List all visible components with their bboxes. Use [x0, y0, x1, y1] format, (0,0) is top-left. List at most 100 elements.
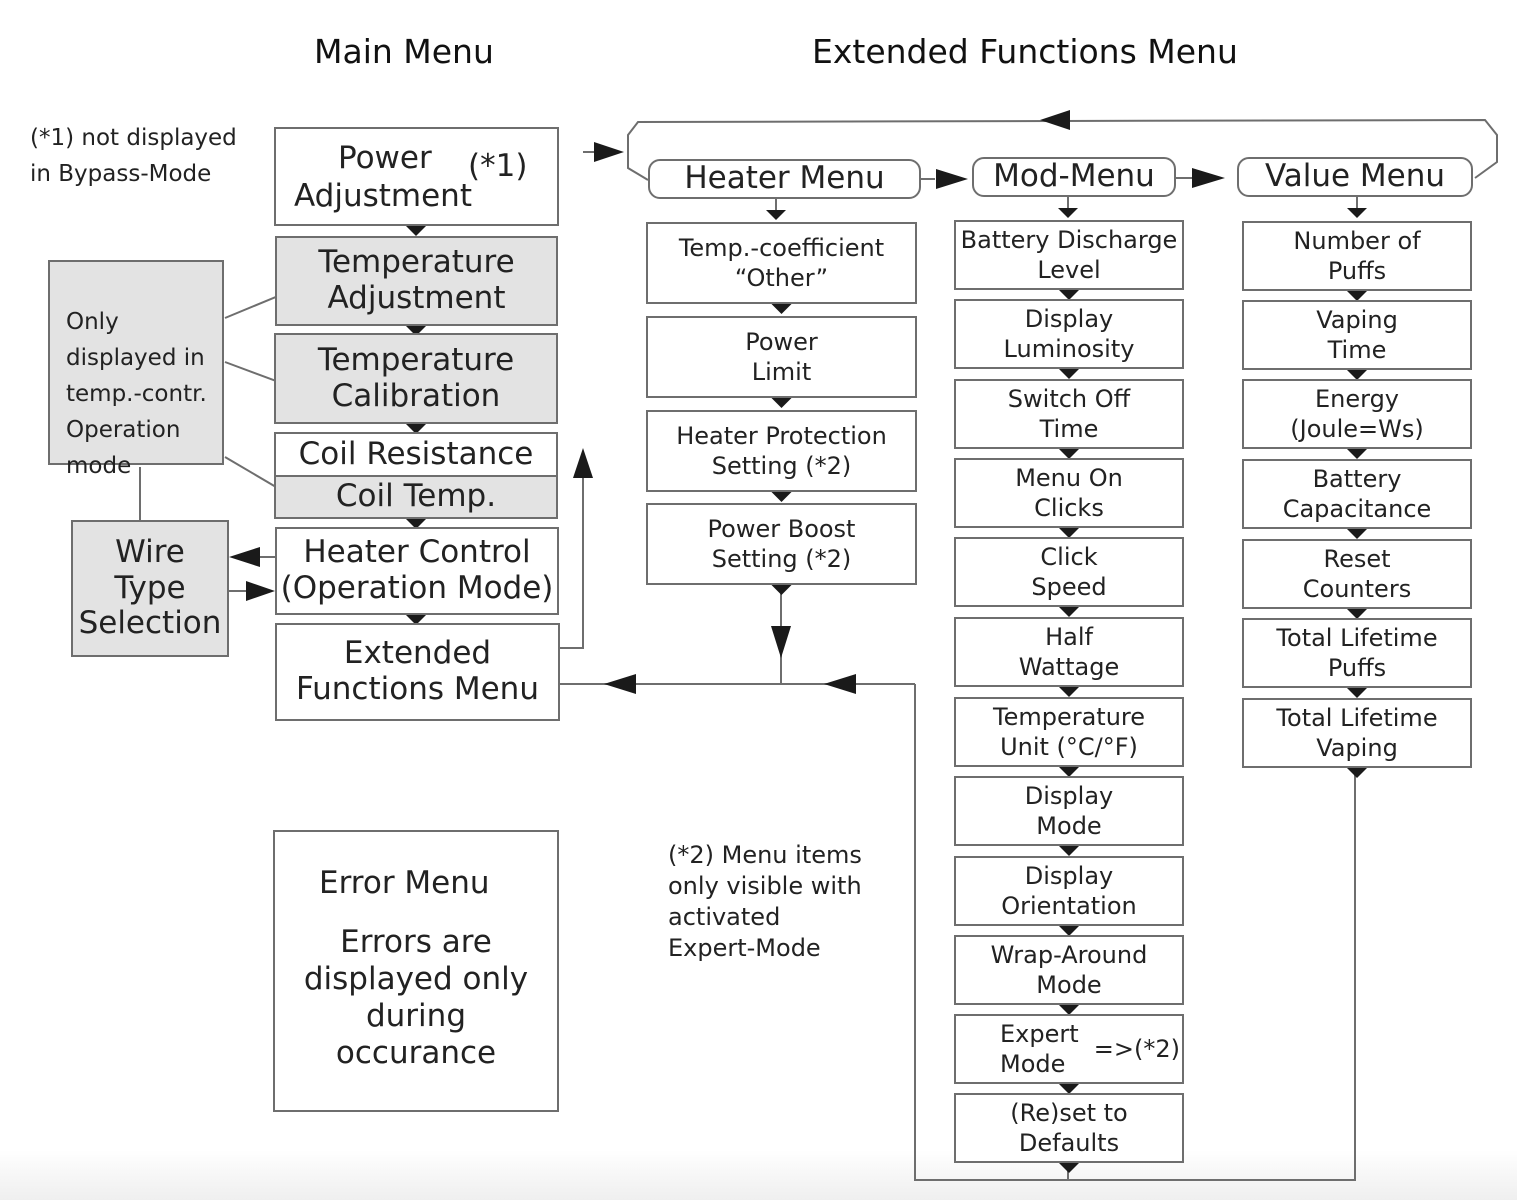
label: Display — [1024, 305, 1114, 333]
error-menu-text: Errors are displayed only during occuran… — [275, 924, 557, 1072]
label: (Joule=Ws) — [1290, 415, 1424, 443]
label: Heater Menu — [684, 160, 885, 197]
label: occurance — [335, 1035, 497, 1071]
mod-menu-item[interactable]: Display Luminosity — [954, 299, 1184, 369]
mod-menu-item[interactable]: (Re)set to Defaults — [954, 1093, 1184, 1163]
bypass-mode-note: (*1) not displayed in Bypass-Mode — [30, 125, 237, 187]
arrow-to-heater-control — [246, 581, 275, 601]
heater-control-box[interactable]: Heater Control (Operation Mode) — [275, 527, 559, 615]
flow-arrow-icon — [770, 491, 793, 502]
heater-menu-item[interactable]: Power Boost Setting (*2) — [646, 503, 917, 585]
label: Heater Control — [303, 534, 531, 571]
label: Extended — [343, 635, 492, 672]
label: Vaping — [1316, 734, 1398, 762]
mod-menu-header[interactable]: Mod-Menu — [972, 157, 1176, 197]
label: Speed — [1031, 573, 1107, 601]
flow-arrow-icon — [770, 303, 793, 314]
value-menu-item[interactable]: Number of Puffs — [1242, 221, 1472, 291]
label: (Operation Mode) — [280, 570, 554, 606]
value-menu-item[interactable]: Energy (Joule=Ws) — [1242, 379, 1472, 449]
value-menu-item[interactable]: Vaping Time — [1242, 300, 1472, 370]
flow-arrow-icon — [770, 397, 793, 408]
arrow-return-left — [824, 674, 856, 694]
heater-menu-item[interactable]: Temp.-coefficient “Other” — [646, 222, 917, 304]
label: Click — [1040, 543, 1098, 571]
arrow-up-extended — [573, 448, 593, 478]
label: Wrap-Around — [990, 941, 1148, 969]
temperature-calibration-box[interactable]: Temperature Calibration — [274, 333, 558, 424]
mod-menu-item[interactable]: Battery Discharge Level — [954, 220, 1184, 290]
mod-menu-item[interactable]: Expert Mode =>(*2) — [954, 1014, 1184, 1084]
arrow-down-heater-return — [771, 626, 791, 658]
label: Half — [1045, 623, 1093, 651]
label: Level — [1037, 256, 1101, 284]
mod-menu-item[interactable]: Wrap-Around Mode — [954, 935, 1184, 1005]
label: Selection — [78, 605, 222, 642]
mod-menu-item[interactable]: Display Orientation — [954, 856, 1184, 926]
power-adjustment-line1: Power — [338, 140, 432, 176]
coil-resistance-box[interactable]: Coil Resistance — [274, 432, 558, 477]
label: Calibration — [331, 377, 501, 414]
label: Mod-Menu — [993, 158, 1155, 195]
arrow-to-value-menu — [1192, 168, 1225, 188]
label: Mode — [1036, 812, 1102, 840]
heater-menu-header[interactable]: Heater Menu — [648, 159, 921, 199]
label: Total Lifetime — [1276, 624, 1438, 652]
flow-arrow-icon — [1346, 767, 1368, 778]
label: Coil Temp. — [335, 478, 497, 515]
label: Type — [114, 569, 186, 606]
flow-arrow-icon — [1058, 686, 1080, 697]
temperature-adjustment-box[interactable]: Temperature Adjustment — [275, 236, 558, 326]
value-menu-item[interactable]: Total Lifetime Vaping — [1242, 698, 1472, 768]
label: (Re)set to — [1010, 1099, 1128, 1127]
mod-menu-item[interactable]: Display Mode — [954, 776, 1184, 846]
label: Setting (*2) — [711, 545, 852, 573]
label: Switch Off — [1007, 385, 1131, 413]
label: Reset — [1323, 545, 1391, 573]
label: Battery Discharge — [960, 226, 1178, 254]
power-adjustment-box[interactable]: Power Adjustment (*1) — [274, 127, 559, 226]
heater-menu-item[interactable]: Power Limit — [646, 316, 917, 398]
temp-control-note-text: Only displayed in temp.-contr. Operation… — [66, 309, 207, 479]
mod-menu-item[interactable]: Menu On Clicks — [954, 458, 1184, 528]
label: Value Menu — [1264, 158, 1446, 195]
value-menu-item[interactable]: Battery Capacitance — [1242, 459, 1472, 529]
extended-menu-title: Extended Functions Menu — [812, 32, 1238, 71]
value-menu-item[interactable]: Total Lifetime Puffs — [1242, 618, 1472, 688]
label: Puffs — [1327, 654, 1387, 682]
mod-menu-item[interactable]: Temperature Unit (°C/°F) — [954, 697, 1184, 767]
flow-arrow-icon — [1346, 528, 1368, 539]
label: during — [365, 998, 466, 1034]
label: Time — [1327, 336, 1387, 364]
label: Vaping — [1316, 306, 1398, 334]
label: Puffs — [1327, 257, 1387, 285]
label: Adjustment — [327, 280, 506, 316]
flow-arrow-icon — [1058, 845, 1080, 856]
heater-menu-item[interactable]: Heater Protection Setting (*2) — [646, 410, 917, 492]
label: “Other” — [734, 264, 829, 292]
extended-functions-box[interactable]: Extended Functions Menu — [275, 623, 560, 721]
value-menu-item[interactable]: Reset Counters — [1242, 539, 1472, 609]
flow-arrow-icon — [1346, 687, 1368, 698]
label: Mode — [1000, 1050, 1066, 1078]
coil-temp-box[interactable]: Coil Temp. — [274, 475, 558, 519]
label: Power — [745, 328, 818, 356]
label: displayed only — [303, 961, 529, 997]
label: Errors are — [340, 924, 492, 960]
temp-control-note-box: Only displayed in temp.-contr. Operation… — [48, 260, 224, 479]
flow-arrow-icon — [1058, 606, 1080, 617]
arrow-into-heater-menu — [594, 142, 624, 162]
label: Power Boost — [707, 515, 856, 543]
flow-arrow-icon — [1058, 368, 1080, 379]
label: Energy — [1314, 385, 1400, 413]
label: Wattage — [1018, 653, 1120, 681]
mod-menu-item[interactable]: Half Wattage — [954, 617, 1184, 687]
wire-type-selection-box[interactable]: Wire Type Selection — [71, 520, 229, 657]
label: Luminosity — [1003, 335, 1135, 363]
mod-menu-item[interactable]: Switch Off Time — [954, 379, 1184, 449]
mod-menu-item[interactable]: Click Speed — [954, 537, 1184, 607]
value-menu-header[interactable]: Value Menu — [1237, 157, 1473, 197]
label: Unit (°C/°F) — [1000, 733, 1138, 761]
label: Setting (*2) — [711, 452, 852, 480]
label: Number of — [1293, 227, 1421, 255]
